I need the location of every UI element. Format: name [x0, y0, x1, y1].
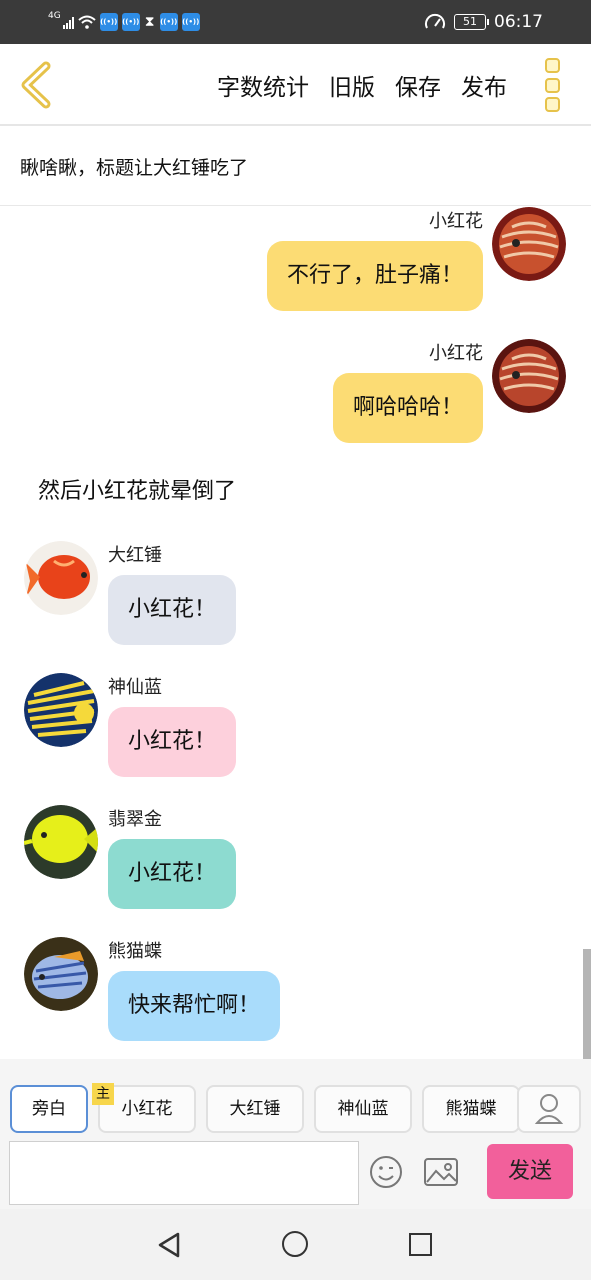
narration-text[interactable]: 然后小红花就晕倒了 [38, 473, 236, 505]
story-title: 瞅啥瞅，标题让大红锤吃了 [20, 157, 249, 179]
sender-name: 大红锤 [108, 545, 162, 566]
role-xiaohonghua[interactable]: 主 小红花 [92, 1083, 196, 1133]
emoji-icon[interactable] [369, 1155, 403, 1189]
role-shenxianlan[interactable]: 神仙蓝 [314, 1085, 412, 1133]
discus-fish-avatar[interactable] [492, 207, 566, 281]
top-toolbar: 字数统计 旧版 保存 发布 [0, 44, 591, 126]
scrollbar[interactable] [583, 949, 591, 1059]
hotspot-icon: ((•)) [121, 13, 140, 31]
signal-icon [62, 15, 74, 29]
message-bubble[interactable]: 小红花！ [108, 839, 237, 909]
nav-back-icon[interactable] [156, 1231, 182, 1259]
message-input[interactable] [9, 1141, 359, 1205]
role-selector: 旁白 主 小红花 大红锤 神仙蓝 熊猫蝶 [10, 1083, 520, 1133]
story-title-bar[interactable]: 瞅啥瞅，标题让大红锤吃了 [0, 128, 591, 206]
main-role-badge: 主 [92, 1083, 114, 1105]
wifi-icon [78, 15, 96, 29]
chat-area[interactable]: 小红花 不行了，肚子痛！ 小红花 啊哈哈哈！ 然后小红花就晕倒了 大红锤 小红花… [0, 207, 591, 1059]
message-bubble[interactable]: 小红花！ [108, 707, 237, 777]
system-nav-bar [0, 1209, 591, 1280]
role-dahongchui[interactable]: 大红锤 [206, 1085, 304, 1133]
old-version-button[interactable]: 旧版 [329, 68, 375, 102]
butterfly-fish-avatar[interactable] [24, 937, 98, 1011]
sender-name: 翡翠金 [108, 809, 162, 830]
clock: 06:17 [494, 12, 543, 32]
back-arrow-icon[interactable] [16, 60, 56, 110]
save-button[interactable]: 保存 [395, 68, 441, 102]
word-count-button[interactable]: 字数统计 [217, 68, 309, 102]
send-button[interactable]: 发送 [487, 1144, 573, 1199]
speedometer-icon [425, 13, 445, 29]
role-xiongmaodie[interactable]: 熊猫蝶 [422, 1085, 520, 1133]
angelfish-avatar[interactable] [24, 673, 98, 747]
red-goldfish-avatar[interactable] [24, 541, 98, 615]
nav-home-icon[interactable] [282, 1231, 308, 1257]
network-type: 4G [48, 11, 61, 21]
discus-fish-avatar[interactable] [492, 339, 566, 413]
sender-name: 小红花 [429, 211, 483, 232]
sender-name: 小红花 [429, 343, 483, 364]
user-icon [534, 1094, 564, 1124]
more-menu-icon[interactable] [545, 58, 563, 112]
message-bubble[interactable]: 啊哈哈哈！ [332, 373, 483, 443]
sender-name: 熊猫蝶 [108, 941, 162, 962]
image-icon[interactable] [423, 1156, 459, 1188]
sender-name: 神仙蓝 [108, 677, 162, 698]
message-bubble[interactable]: 不行了，肚子痛！ [266, 241, 483, 311]
role-narrator[interactable]: 旁白 [10, 1085, 88, 1133]
hotspot-icon: ((•)) [159, 13, 178, 31]
hourglass-icon: ⧗ [144, 14, 155, 30]
hotspot-icon: ((•)) [181, 13, 200, 31]
battery-icon: 51 [454, 14, 489, 30]
message-bubble[interactable]: 快来帮忙啊！ [108, 971, 281, 1041]
add-role-button[interactable] [517, 1085, 581, 1133]
yellow-tang-avatar[interactable] [24, 805, 98, 879]
nav-recents-icon[interactable] [409, 1233, 432, 1256]
hotspot-icon: ((•)) [99, 13, 118, 31]
publish-button[interactable]: 发布 [461, 68, 507, 102]
status-bar: 4G ((•)) ((•)) ⧗ ((•)) ((•)) 51 06:17 [0, 0, 591, 44]
composer: 旁白 主 小红花 大红锤 神仙蓝 熊猫蝶 发送 [0, 1059, 591, 1209]
message-bubble[interactable]: 小红花！ [108, 575, 237, 645]
